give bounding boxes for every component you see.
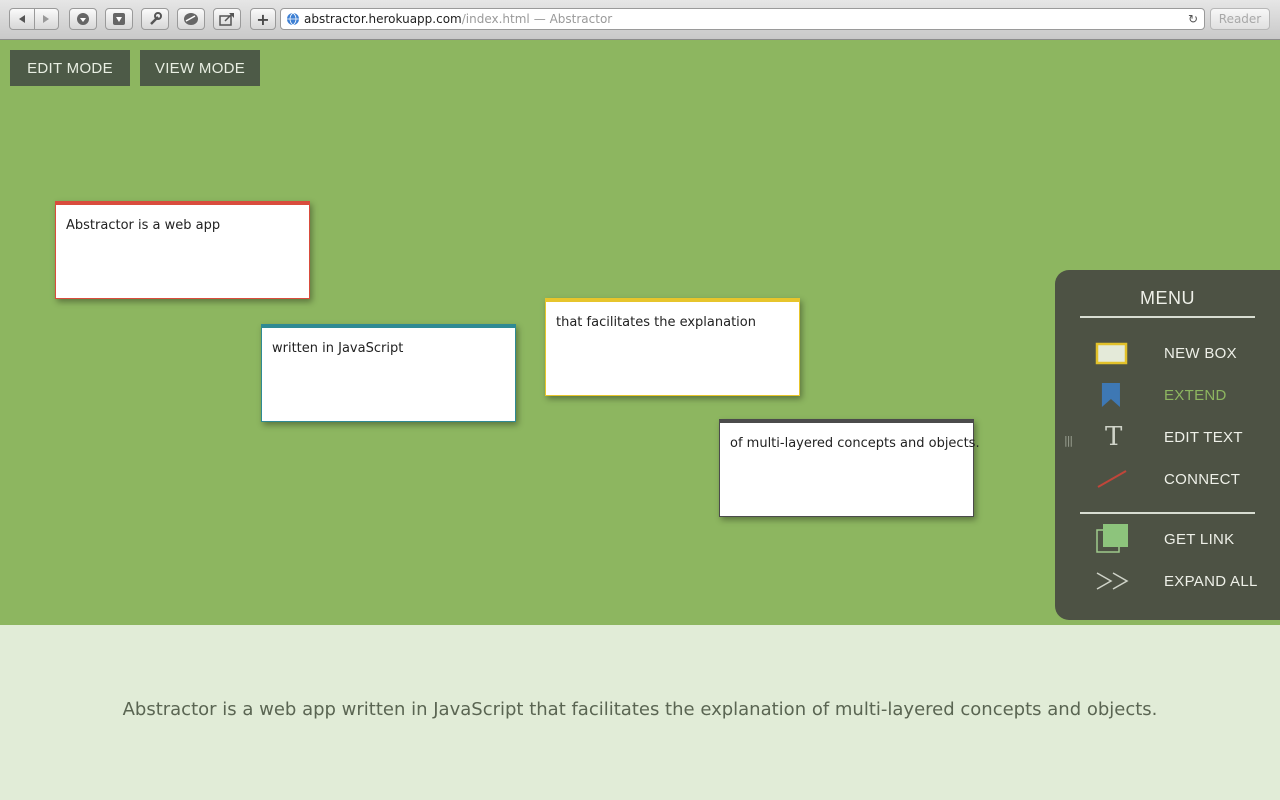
canvas[interactable]: EDIT MODE VIEW MODE Abstractor is a web … [0,40,1280,625]
bookmarks-icon[interactable] [177,8,205,30]
drag-handle-icon[interactable]: ||| [1064,434,1073,447]
menu-panel: ||| MENU NEW BOX EXTEND T EDIT TEXT CONN… [1055,270,1280,620]
view-mode-button[interactable]: VIEW MODE [140,50,260,86]
new-box-icon [1095,338,1149,368]
box-text: Abstractor is a web app [66,218,221,233]
box-text: that facilitates the explanation [556,315,756,330]
menu-item-label: EXTEND [1164,386,1227,404]
menu-item-label: EDIT TEXT [1164,428,1243,446]
reload-icon[interactable]: ↻ [1188,12,1198,26]
box-text: of multi-layered concepts and objects. [730,436,980,451]
url-host: abstractor.herokuapp.com [304,12,462,26]
menu-item-get-link[interactable]: GET LINK [1095,524,1280,554]
text-box[interactable]: Abstractor is a web app [55,201,310,299]
edit-mode-button[interactable]: EDIT MODE [10,50,130,86]
menu-item-label: GET LINK [1164,530,1235,548]
menu-item-label: CONNECT [1164,470,1241,488]
text-icon: T [1105,422,1123,452]
double-chevron-icon [1095,566,1149,596]
menu-item-extend[interactable]: EXTEND [1095,380,1280,410]
bookmark-icon [1095,380,1149,410]
url-path: /index.html [461,12,530,26]
text-box[interactable]: written in JavaScript [261,324,516,422]
globe-icon [286,12,300,26]
menu-item-label: EXPAND ALL [1164,572,1258,590]
summary-panel: Abstractor is a web app written in JavaS… [0,625,1280,800]
box-text: written in JavaScript [272,341,404,356]
page-title: — Abstractor [533,12,613,26]
menu-item-connect[interactable]: CONNECT [1095,464,1280,494]
text-box[interactable]: that facilitates the explanation [545,298,800,396]
new-tab-button[interactable]: + [250,8,276,30]
browser-toolbar: + abstractor.herokuapp.com/index.html — … [0,0,1280,40]
wrench-icon[interactable] [141,8,169,30]
menu-item-new-box[interactable]: NEW BOX [1095,338,1280,368]
line-icon [1095,464,1149,494]
menu-title: MENU [1140,288,1195,308]
menu-divider [1080,512,1255,514]
back-icon[interactable] [10,9,34,29]
download-arrow-icon[interactable] [105,8,133,30]
address-bar[interactable]: abstractor.herokuapp.com/index.html — Ab… [280,8,1205,30]
menu-divider [1080,316,1255,318]
back-forward-buttons[interactable] [9,8,59,30]
text-box[interactable]: of multi-layered concepts and objects. [719,419,980,517]
menu-item-edit-text[interactable]: T EDIT TEXT [1095,422,1280,452]
reader-button[interactable]: Reader [1210,8,1270,30]
menu-item-label: NEW BOX [1164,344,1237,362]
downloads-icon[interactable] [69,8,97,30]
copy-icon [1095,524,1149,554]
summary-text: Abstractor is a web app written in JavaS… [122,699,1158,720]
menu-item-expand-all[interactable]: EXPAND ALL [1095,566,1280,596]
forward-icon[interactable] [33,9,59,29]
share-icon[interactable] [213,8,241,30]
